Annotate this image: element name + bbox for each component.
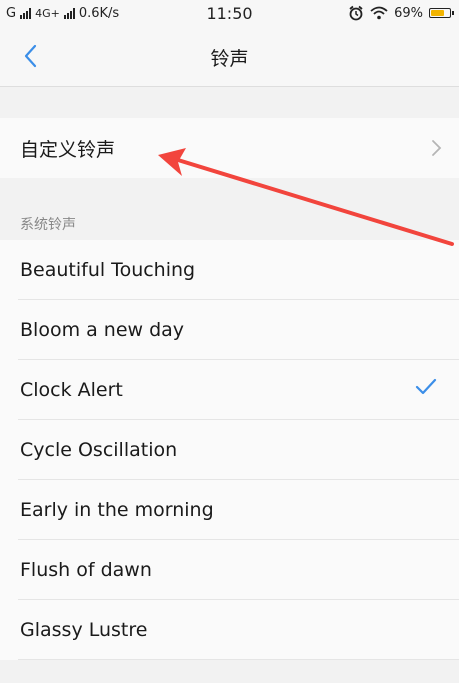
- custom-ringtone-row[interactable]: 自定义铃声: [0, 118, 459, 178]
- chevron-right-icon: [432, 140, 442, 156]
- alarm-icon: [349, 5, 363, 21]
- list-item[interactable]: Early in the morning: [0, 480, 459, 540]
- list-item[interactable]: Flush of dawn: [0, 540, 459, 600]
- status-right: 69%: [348, 5, 454, 21]
- ringtone-label: Cycle Oscillation: [20, 439, 178, 461]
- custom-ringtone-label: 自定义铃声: [20, 138, 116, 161]
- list-item[interactable]: Bloom a new day: [0, 300, 459, 360]
- wifi-icon: [370, 6, 388, 20]
- status-bar: G 4G+ 0.6K/s 11:50 69%: [0, 0, 459, 28]
- checkmark-icon: [415, 378, 437, 395]
- battery-icon: [429, 8, 454, 18]
- ringtone-list: Beautiful Touching Bloom a new day Clock…: [0, 240, 459, 660]
- ringtone-label: Glassy Lustre: [20, 619, 148, 641]
- list-item[interactable]: Cycle Oscillation: [0, 420, 459, 480]
- divider: [18, 659, 459, 660]
- ringtone-label: Flush of dawn: [20, 559, 152, 581]
- battery-percent: 69%: [394, 5, 423, 21]
- ringtone-label: Bloom a new day: [20, 319, 185, 341]
- ringtone-label: Clock Alert: [20, 379, 123, 401]
- ringtone-label: Beautiful Touching: [20, 259, 196, 281]
- section-header-system: 系统铃声: [20, 217, 76, 233]
- ringtone-label: Early in the morning: [20, 499, 214, 521]
- list-item[interactable]: Beautiful Touching: [0, 240, 459, 300]
- nav-bar: 铃声: [0, 28, 459, 87]
- list-item[interactable]: Glassy Lustre: [0, 600, 459, 660]
- page-title: 铃声: [210, 48, 249, 70]
- list-item[interactable]: Clock Alert: [0, 360, 459, 420]
